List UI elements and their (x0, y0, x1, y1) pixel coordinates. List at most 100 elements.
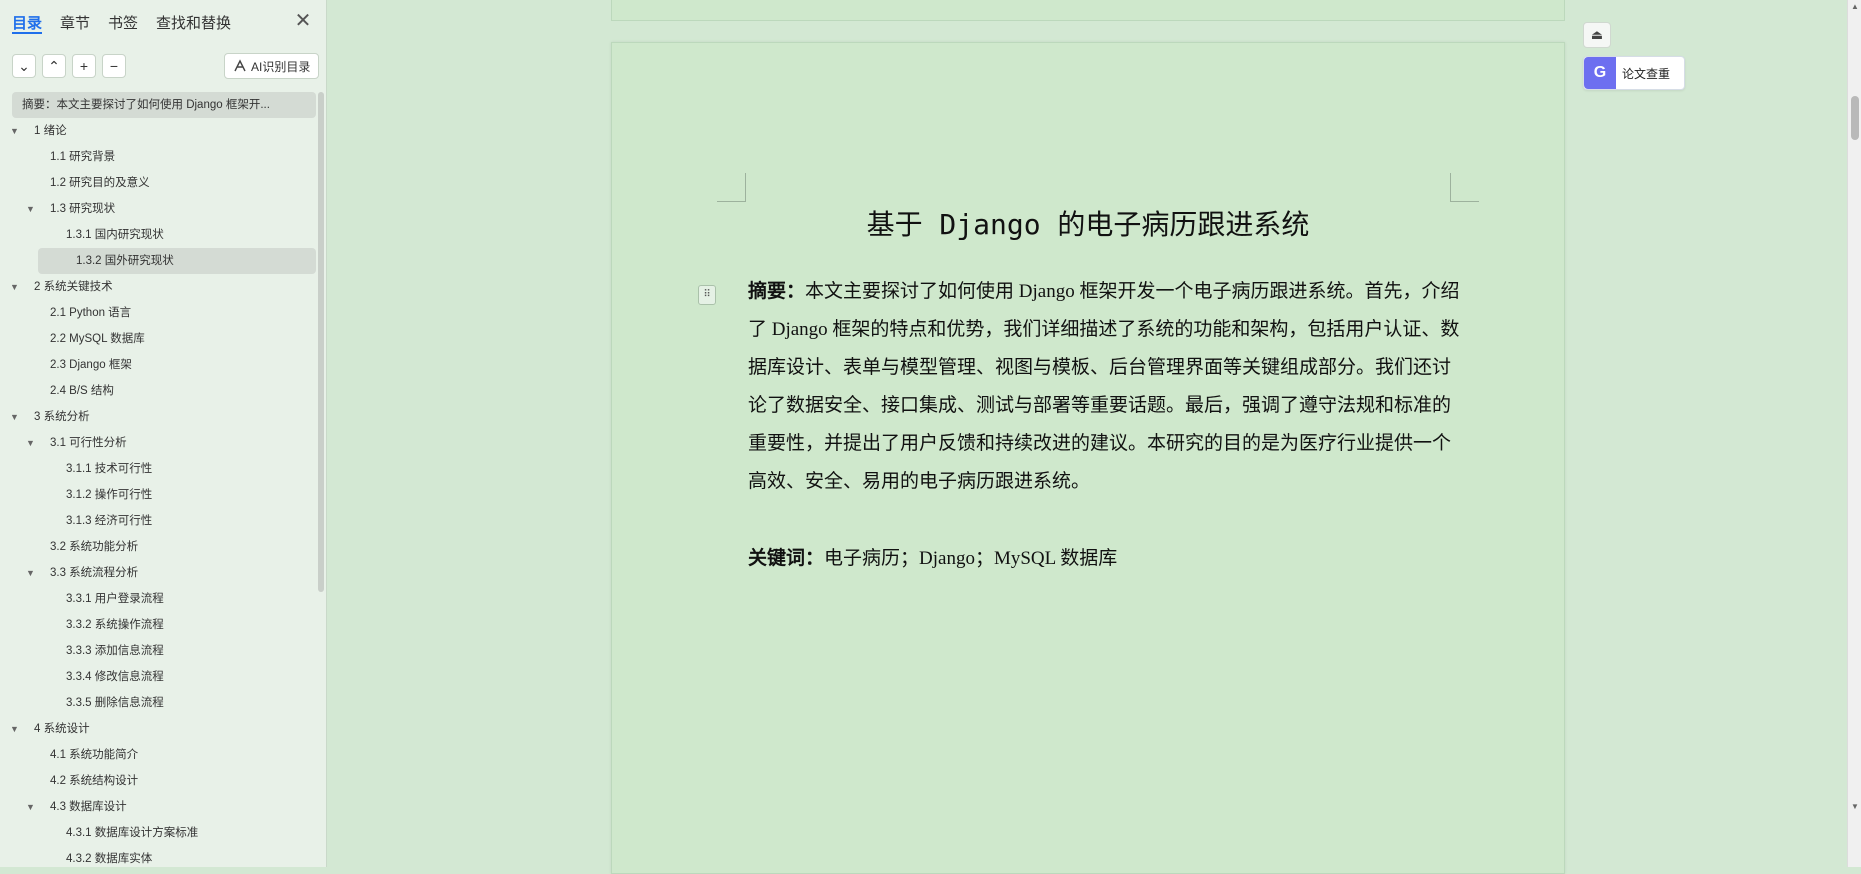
toc-toolbar: ⌄ ⌃ + − (12, 54, 126, 78)
tab-toc[interactable]: 目录 (12, 12, 43, 34)
tab-find-replace[interactable]: 查找和替换 (156, 12, 231, 34)
abstract-paragraph[interactable]: 摘要：本文主要探讨了如何使用 Django 框架开发一个电子病历跟进系统。首先，… (748, 273, 1468, 501)
previous-page (611, 0, 1565, 21)
toc-item[interactable]: ▼ 3.3 系统流程分析 (12, 560, 316, 586)
toc-item-label: 3.3.2 系统操作流程 (66, 619, 164, 631)
toc-item-label: 3.3 系统流程分析 (50, 567, 139, 579)
toc-expand-arrow-icon[interactable]: ▼ (26, 794, 35, 820)
remove-heading-button[interactable]: − (102, 54, 126, 78)
toc-item[interactable]: ▼ 3 系统分析 (12, 404, 316, 430)
keywords-text: 电子病历；Django；MySQL 数据库 (824, 548, 1118, 569)
expand-all-button[interactable]: ⌄ (12, 54, 36, 78)
toc-item[interactable]: 3.2 系统功能分析 (12, 534, 316, 560)
toc-item-label: 2.3 Django 框架 (50, 359, 132, 371)
toc-item[interactable]: 2.2 MySQL 数据库 (12, 326, 316, 352)
toc-item[interactable]: 3.3.4 修改信息流程 (12, 664, 316, 690)
toc-item-label: 摘要：本文主要探讨了如何使用 Django 框架开... (22, 99, 270, 111)
scroll-down-arrow[interactable]: ▼ (1848, 802, 1861, 811)
toc-item-label: 3.1 可行性分析 (50, 437, 127, 449)
margin-mark-top-left (717, 173, 746, 202)
toc-item[interactable]: 3.1.3 经济可行性 (12, 508, 316, 534)
collapse-all-button[interactable]: ⌃ (42, 54, 66, 78)
toc-item-label: 1.3 研究现状 (50, 203, 116, 215)
toc-expand-arrow-icon[interactable]: ▼ (12, 716, 19, 742)
toc-item-label: 2 系统关键技术 (34, 281, 113, 293)
toc-item[interactable]: ▼ 1 绪论 (12, 118, 316, 144)
toc-item[interactable]: 摘要：本文主要探讨了如何使用 Django 框架开... (12, 92, 316, 118)
toc-item-label: 3.3.3 添加信息流程 (66, 645, 164, 657)
toc-item[interactable]: 4.2 系统结构设计 (12, 768, 316, 794)
toc-expand-arrow-icon[interactable]: ▼ (26, 196, 35, 222)
toc-expand-arrow-icon[interactable]: ▼ (12, 274, 19, 300)
toc-item[interactable]: 3.3.2 系统操作流程 (12, 612, 316, 638)
toc-item-label: 1.3.2 国外研究现状 (76, 255, 174, 267)
toc-item[interactable]: 3.3.3 添加信息流程 (12, 638, 316, 664)
toc-item-label: 3 系统分析 (34, 411, 90, 423)
toc-item-label: 2.1 Python 语言 (50, 307, 132, 319)
toc-expand-arrow-icon[interactable]: ▼ (12, 404, 19, 430)
toc-item-label: 2.2 MySQL 数据库 (50, 333, 145, 345)
toc-expand-arrow-icon[interactable]: ▼ (26, 560, 35, 586)
toc-item-label: 4.3 数据库设计 (50, 801, 127, 813)
toc-item[interactable]: 2.4 B/S 结构 (12, 378, 316, 404)
toc-item-label: 1.1 研究背景 (50, 151, 116, 163)
toc-item-label: 3.3.1 用户登录流程 (66, 593, 164, 605)
toc-scrollbar[interactable] (318, 92, 324, 592)
add-heading-button[interactable]: + (72, 54, 96, 78)
scrollbar-thumb[interactable] (1851, 96, 1859, 140)
toc-item[interactable]: 1.2 研究目的及意义 (12, 170, 316, 196)
toc-item-label: 4.2 系统结构设计 (50, 775, 139, 787)
toc-item[interactable]: 1.3.2 国外研究现状 (38, 248, 316, 274)
toc-item[interactable]: ▼ 4.3 数据库设计 (12, 794, 316, 820)
toc-item-label: 3.2 系统功能分析 (50, 541, 139, 553)
keywords-paragraph[interactable]: 关键词：电子病历；Django；MySQL 数据库 (748, 543, 1468, 570)
toc-item[interactable]: ▼ 2 系统关键技术 (12, 274, 316, 300)
toc-item[interactable]: 1.1 研究背景 (12, 144, 316, 170)
scroll-up-arrow[interactable]: ▲ (1848, 2, 1861, 11)
toc-expand-arrow-icon[interactable]: ▼ (26, 430, 35, 456)
toc-item-label: 4.3.1 数据库设计方案标准 (66, 827, 199, 839)
sidebar-tabs: 目录 章节 书签 查找和替换 (12, 12, 231, 34)
toc-item-label: 3.1.2 操作可行性 (66, 489, 153, 501)
toc-item[interactable]: 3.3.1 用户登录流程 (12, 586, 316, 612)
abstract-text: 本文主要探讨了如何使用 Django 框架开发一个电子病历跟进系统。首先，介绍了… (748, 281, 1460, 492)
keywords-label: 关键词： (748, 548, 825, 569)
toc-item-label: 4.3.2 数据库实体 (66, 853, 153, 865)
toc-item[interactable]: 4.1 系统功能简介 (12, 742, 316, 768)
ai-detect-label: AI识别目录 (251, 59, 311, 74)
plagiarism-check-button[interactable]: G 论文查重 (1583, 56, 1685, 90)
toc-sidebar: 目录 章节 书签 查找和替换 ✕ ⌄ ⌃ + − AI识别目录 摘要：本文主要探… (0, 0, 327, 867)
toc-item[interactable]: 2.1 Python 语言 (12, 300, 316, 326)
toc-item[interactable]: ▼ 4 系统设计 (12, 716, 316, 742)
plagiarism-check-icon: G (1584, 57, 1616, 89)
toc-item[interactable]: 4.3.2 数据库实体 (12, 846, 316, 867)
toc-expand-arrow-icon[interactable]: ▼ (12, 118, 19, 144)
tab-bookmarks[interactable]: 书签 (108, 12, 138, 34)
toc-item-label: 3.3.4 修改信息流程 (66, 671, 164, 683)
margin-mark-top-right (1450, 173, 1479, 202)
toc-item-label: 3.3.5 删除信息流程 (66, 697, 164, 709)
toc-item[interactable]: 2.3 Django 框架 (12, 352, 316, 378)
toc-item[interactable]: 3.3.5 删除信息流程 (12, 690, 316, 716)
toc-item[interactable]: ▼ 3.1 可行性分析 (12, 430, 316, 456)
toc-item[interactable]: 3.1.1 技术可行性 (12, 456, 316, 482)
toc-item-label: 4 系统设计 (34, 723, 90, 735)
toc-item-label: 4.1 系统功能简介 (50, 749, 139, 761)
eject-icon: ⏏ (1590, 27, 1604, 42)
ai-detect-toc-button[interactable]: AI识别目录 (224, 53, 320, 79)
toc-item[interactable]: 1.3.1 国内研究现状 (12, 222, 316, 248)
plagiarism-check-label: 论文查重 (1622, 66, 1671, 81)
toc-item-label: 1 绪论 (34, 125, 67, 137)
document-page[interactable]: 基于 Django 的电子病历跟进系统 ⠿ 摘要：本文主要探讨了如何使用 Dja… (611, 42, 1565, 874)
document-title[interactable]: 基于 Django 的电子病历跟进系统 (612, 203, 1564, 243)
collapse-panel-button[interactable]: ⏏ (1583, 22, 1611, 48)
toc-item[interactable]: 4.3.1 数据库设计方案标准 (12, 820, 316, 846)
toc-item-label: 3.1.1 技术可行性 (66, 463, 153, 475)
toc-item[interactable]: ▼ 1.3 研究现状 (12, 196, 316, 222)
tab-chapters[interactable]: 章节 (60, 12, 90, 34)
vertical-scrollbar[interactable]: ▲ ▼ (1847, 0, 1861, 867)
toc-item[interactable]: 3.1.2 操作可行性 (12, 482, 316, 508)
toc-list: 摘要：本文主要探讨了如何使用 Django 框架开...▼1 绪论1.1 研究背… (12, 92, 316, 867)
close-icon[interactable]: ✕ (292, 10, 314, 32)
drag-handle-icon[interactable]: ⠿ (698, 285, 716, 305)
